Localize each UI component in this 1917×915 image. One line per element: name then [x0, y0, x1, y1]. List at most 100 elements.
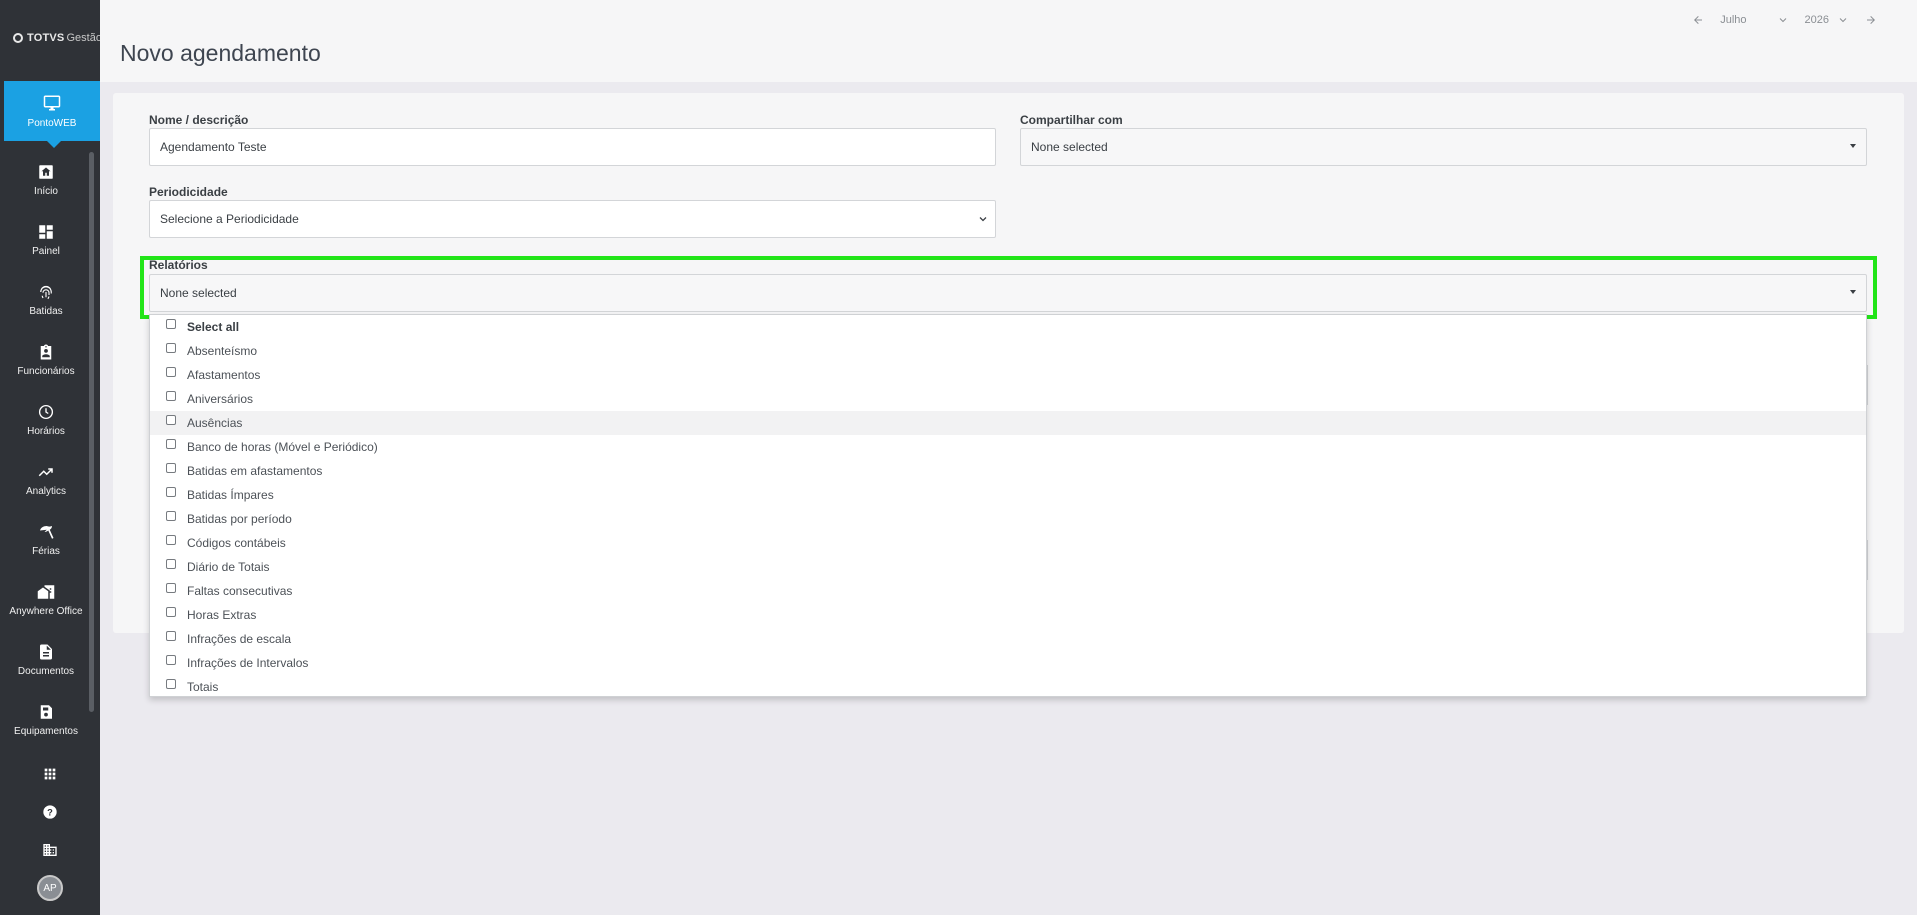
list-item[interactable]: Banco de horas (Móvel e Periódico) [150, 435, 1866, 459]
option-label: Batidas Ímpares [187, 488, 274, 502]
nav-item-funcionarios[interactable]: Funcionários [0, 330, 92, 390]
list-item[interactable]: Horas Extras [150, 603, 1866, 627]
arrow-left-icon[interactable] [1692, 14, 1704, 26]
checkbox[interactable] [166, 391, 176, 401]
nav-item-analytics[interactable]: Analytics [0, 450, 92, 510]
list-item[interactable]: Batidas em afastamentos [150, 459, 1866, 483]
dashboard-icon [39, 225, 53, 239]
nav-item-label: Anywhere Office [9, 606, 83, 617]
home-icon [39, 165, 53, 179]
relatorios-label: Relatórios [149, 258, 208, 272]
nome-input[interactable]: Agendamento Teste [149, 128, 996, 166]
checkbox[interactable] [166, 559, 176, 569]
option-label: Ausências [187, 416, 243, 430]
option-label: Absenteísmo [187, 344, 258, 358]
document-icon [40, 644, 52, 660]
checkbox[interactable] [166, 343, 176, 353]
checkbox[interactable] [166, 439, 176, 449]
date-navigator: Julho 2026 [1692, 14, 1877, 26]
checkbox[interactable] [166, 463, 176, 473]
periodicidade-select[interactable]: Selecione a Periodicidade [149, 200, 996, 238]
checkbox[interactable] [166, 511, 176, 521]
caret-down-icon [1850, 290, 1856, 294]
checkbox[interactable] [166, 655, 176, 665]
list-item[interactable]: Afastamentos [150, 363, 1866, 387]
select-all-option[interactable]: Select all [150, 315, 1866, 339]
logo-brand: TOTVS [27, 32, 65, 44]
nav-item-painel[interactable]: Painel [0, 210, 92, 270]
option-label: Banco de horas (Móvel e Periódico) [187, 440, 378, 454]
option-label: Totais [187, 680, 219, 694]
nav-item-label: Analytics [25, 486, 66, 497]
month-select[interactable]: Julho [1720, 14, 1788, 26]
apps-button[interactable] [0, 755, 100, 793]
option-label: Infrações de Intervalos [187, 656, 309, 670]
arrow-right-icon[interactable] [1865, 14, 1877, 26]
user-menu[interactable]: AP [0, 869, 100, 907]
list-item[interactable]: Totais [150, 675, 1866, 699]
option-label: Batidas por período [187, 512, 292, 526]
compartilhar-value: None selected [1031, 140, 1108, 154]
checkbox[interactable] [166, 367, 176, 377]
list-item[interactable]: Diário de Totais [150, 555, 1866, 579]
list-item[interactable]: Absenteísmo [150, 339, 1866, 363]
list-item[interactable]: Aniversários [150, 387, 1866, 411]
option-label: Infrações de escala [187, 632, 292, 646]
nav-item-label: Painel [32, 246, 60, 257]
logo-mark-icon [13, 33, 23, 43]
list-item[interactable]: Faltas consecutivas [150, 579, 1866, 603]
chevron-down-icon [1839, 18, 1847, 23]
checkbox[interactable] [166, 607, 176, 617]
periodicidade-value: Selecione a Periodicidade [160, 212, 299, 226]
relatorios-multiselect[interactable]: None selected [149, 274, 1867, 312]
badge-icon [40, 344, 52, 360]
page-title: Novo agendamento [120, 40, 321, 66]
nav-item-documentos[interactable]: Documentos [0, 630, 92, 690]
list-item[interactable]: Códigos contábeis [150, 531, 1866, 555]
nav-item-ferias[interactable]: Férias [0, 510, 92, 570]
year-select[interactable]: 2026 [1805, 14, 1849, 26]
nav-item-label: Funcionários [17, 366, 75, 377]
help-icon: ? [43, 805, 57, 819]
svg-text:?: ? [47, 807, 53, 817]
nav-item-inicio[interactable]: Início [0, 150, 92, 210]
checkbox[interactable] [166, 319, 176, 329]
list-item[interactable]: Ausências [150, 411, 1866, 435]
beach-umbrella-icon [40, 526, 54, 539]
option-label: Faltas consecutivas [187, 584, 293, 598]
clock-icon [38, 404, 54, 420]
logo-suffix: Gestão [66, 32, 102, 44]
checkbox[interactable] [166, 415, 176, 425]
totvs-logo[interactable]: TOTVS Gestão [13, 32, 102, 44]
checkbox[interactable] [166, 679, 176, 689]
list-item[interactable]: Batidas por período [150, 507, 1866, 531]
checkbox[interactable] [166, 535, 176, 545]
sidebar-nav: Início Painel Batidas Funcionários Horár… [0, 150, 92, 750]
nav-item-label: Férias [32, 546, 60, 557]
nav-item-pontoweb[interactable]: PontoWEB [4, 81, 100, 148]
nav-item-anywhere-office[interactable]: Anywhere Office [0, 570, 92, 630]
nav-item-batidas[interactable]: Batidas [0, 270, 92, 330]
option-label: Batidas em afastamentos [187, 464, 323, 478]
list-item[interactable]: Infrações de Intervalos [150, 651, 1866, 675]
nav-item-label: Batidas [29, 306, 63, 317]
help-button[interactable]: ? [0, 793, 100, 831]
home-work-icon [37, 585, 55, 599]
nav-item-equipamentos[interactable]: Equipamentos [0, 690, 92, 750]
checkbox[interactable] [166, 631, 176, 641]
checkbox[interactable] [166, 487, 176, 497]
compartilhar-multiselect[interactable]: None selected [1020, 128, 1867, 166]
company-button[interactable] [0, 831, 100, 869]
list-item[interactable]: Batidas Ímpares [150, 483, 1866, 507]
building-icon [43, 844, 57, 856]
list-item[interactable]: Infrações de escala [150, 627, 1866, 651]
checkbox[interactable] [166, 583, 176, 593]
page-header: Novo agendamento Julho 2026 [100, 0, 1917, 82]
nav-item-label: PontoWEB [27, 117, 77, 129]
trending-up-icon [38, 468, 53, 477]
nav-item-label: Documentos [17, 666, 75, 677]
sidebar-bottom: ? AP [0, 755, 100, 907]
nav-item-horarios[interactable]: Horários [0, 390, 92, 450]
monitor-icon [43, 95, 61, 110]
nav-item-label: Horários [27, 426, 65, 437]
